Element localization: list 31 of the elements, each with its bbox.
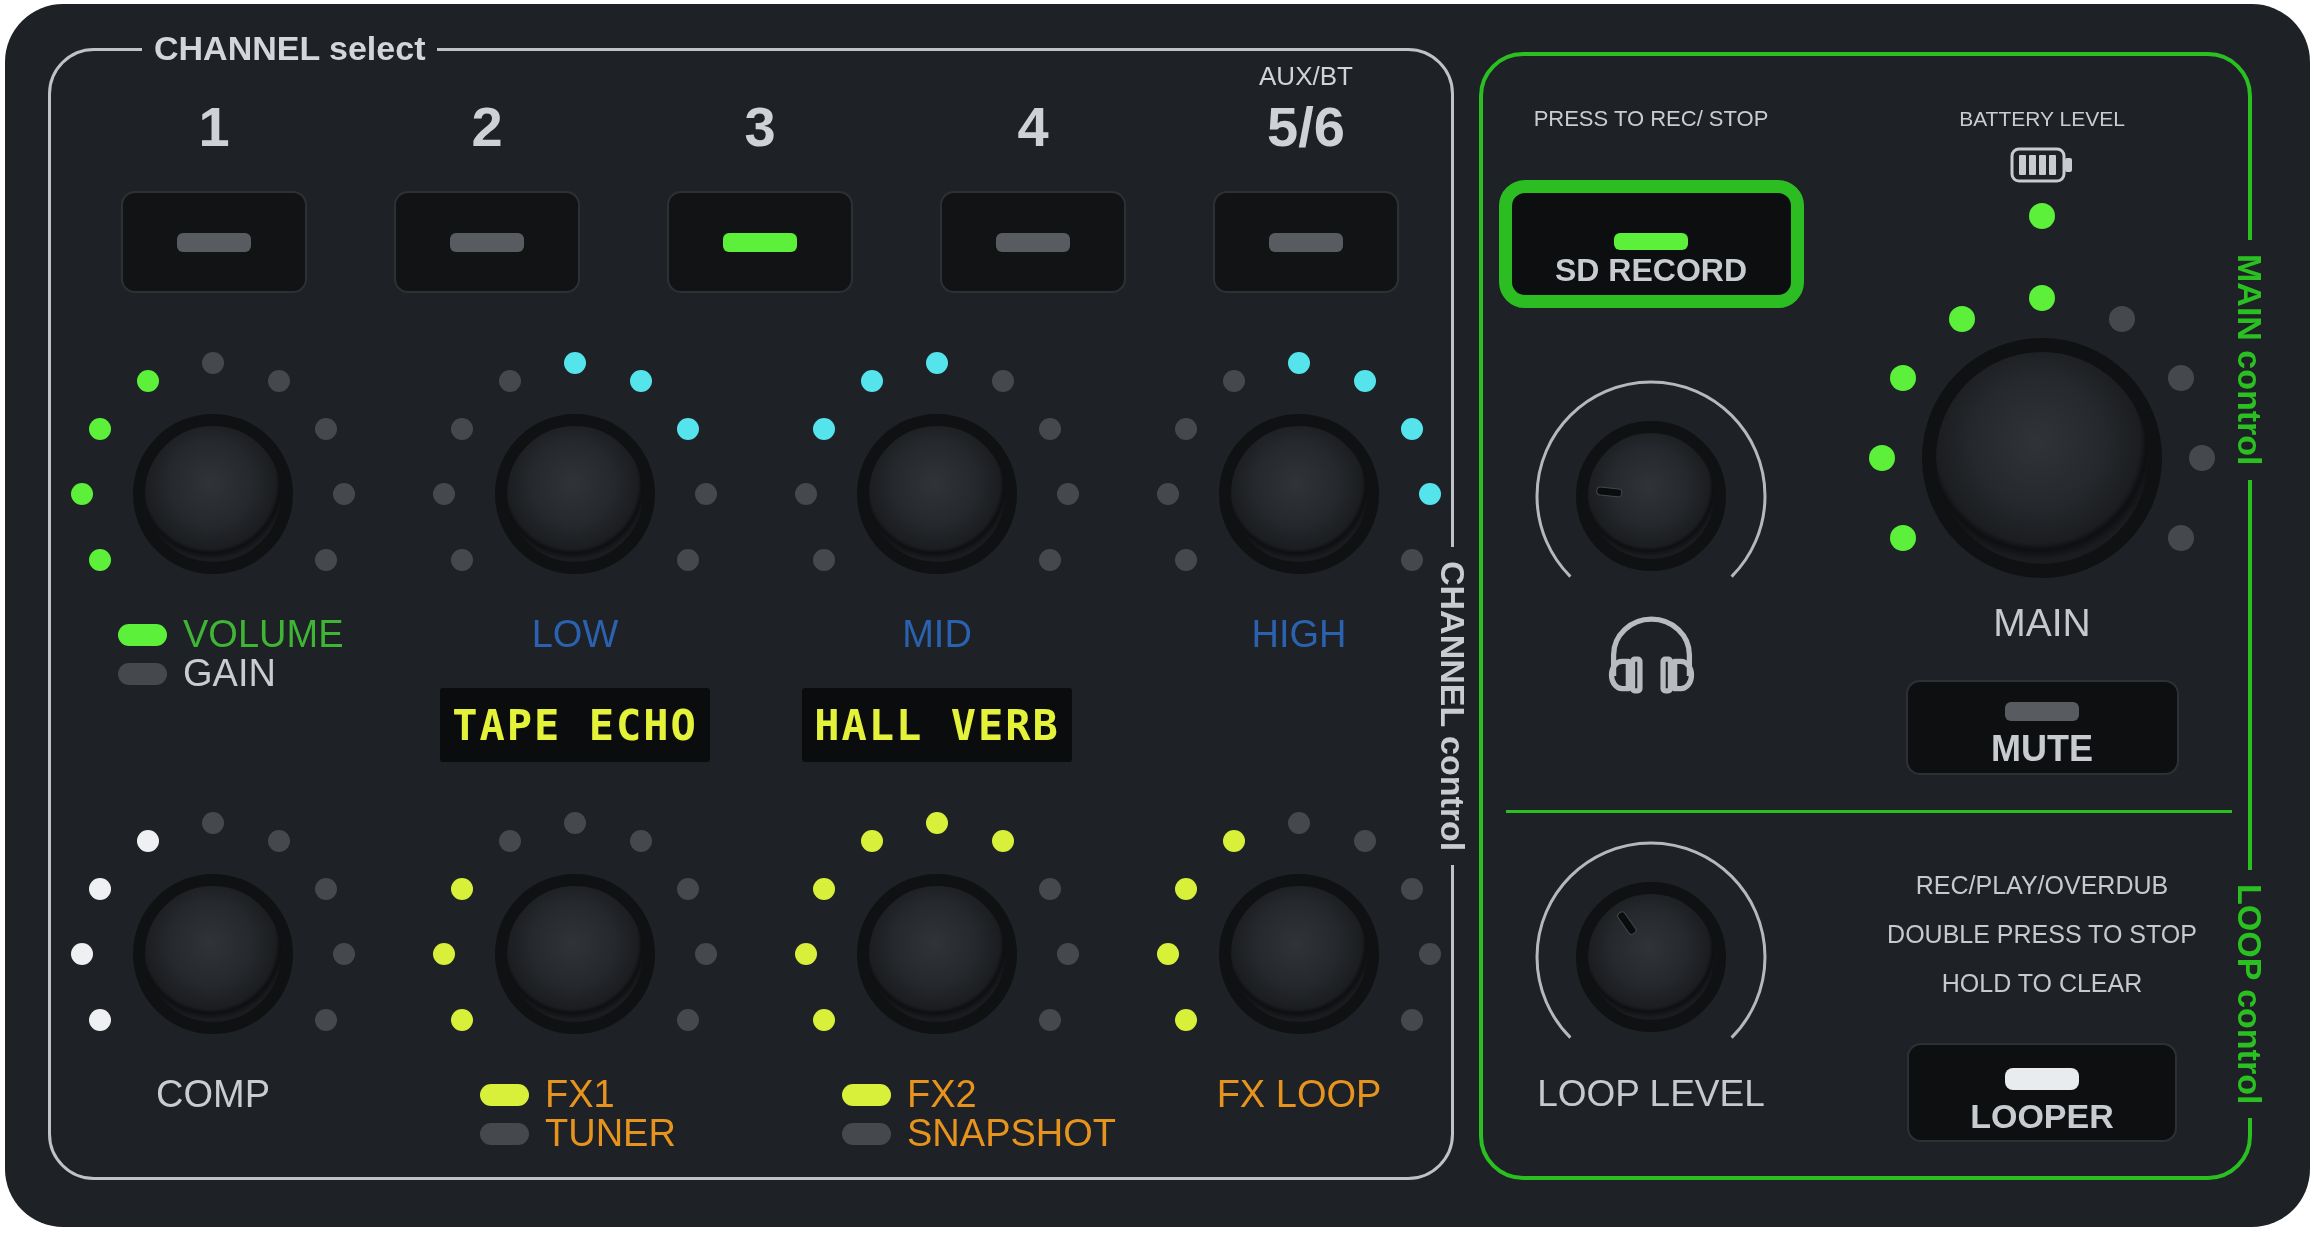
effect-display: TAPE ECHO <box>440 688 710 762</box>
battery-label: BATTERY LEVEL <box>1959 108 2125 130</box>
knob-label: LOOP LEVEL <box>1537 1075 1765 1112</box>
instruction-text: REC/PLAY/OVERDUB <box>1915 873 2169 898</box>
record-caption: PRESS TO REC/ STOP <box>1533 108 1769 130</box>
knob-label: FX LOOP <box>1216 1075 1382 1114</box>
channel-number: 5/6 <box>1267 99 1345 155</box>
channel-number: 1 <box>198 99 230 155</box>
mute-button[interactable]: MUTE <box>1905 680 2179 775</box>
mode-label: TUNER <box>545 1114 676 1153</box>
record-button[interactable]: SD RECORD <box>1498 180 1804 308</box>
instruction-text: DOUBLE PRESS TO STOP <box>1887 922 2197 947</box>
instruction-text: HOLD TO CLEAR <box>1941 971 2143 996</box>
channel-number: 3 <box>744 99 776 155</box>
effect-display: HALL VERB <box>802 688 1072 762</box>
mode-label: FX1 <box>545 1075 615 1114</box>
mode-label: SNAPSHOT <box>907 1114 1117 1153</box>
knob-label: COMP <box>156 1075 270 1114</box>
knob-label: LOW <box>531 615 619 654</box>
looper-button[interactable]: LOOPER <box>1907 1043 2177 1142</box>
channel-button[interactable] <box>667 191 853 293</box>
mode-label: GAIN <box>183 654 276 693</box>
channel-number: 2 <box>471 99 503 155</box>
mode-label: VOLUME <box>183 615 344 654</box>
channel-sublabel: AUX/BT <box>1259 63 1353 89</box>
battery-icon <box>2010 147 2074 183</box>
mode-label: FX2 <box>907 1075 977 1114</box>
knob-label: MID <box>902 615 972 654</box>
knob-label: MAIN <box>1993 603 2091 642</box>
channel-number: 4 <box>1017 99 1049 155</box>
knob-label: HIGH <box>1251 615 1347 654</box>
